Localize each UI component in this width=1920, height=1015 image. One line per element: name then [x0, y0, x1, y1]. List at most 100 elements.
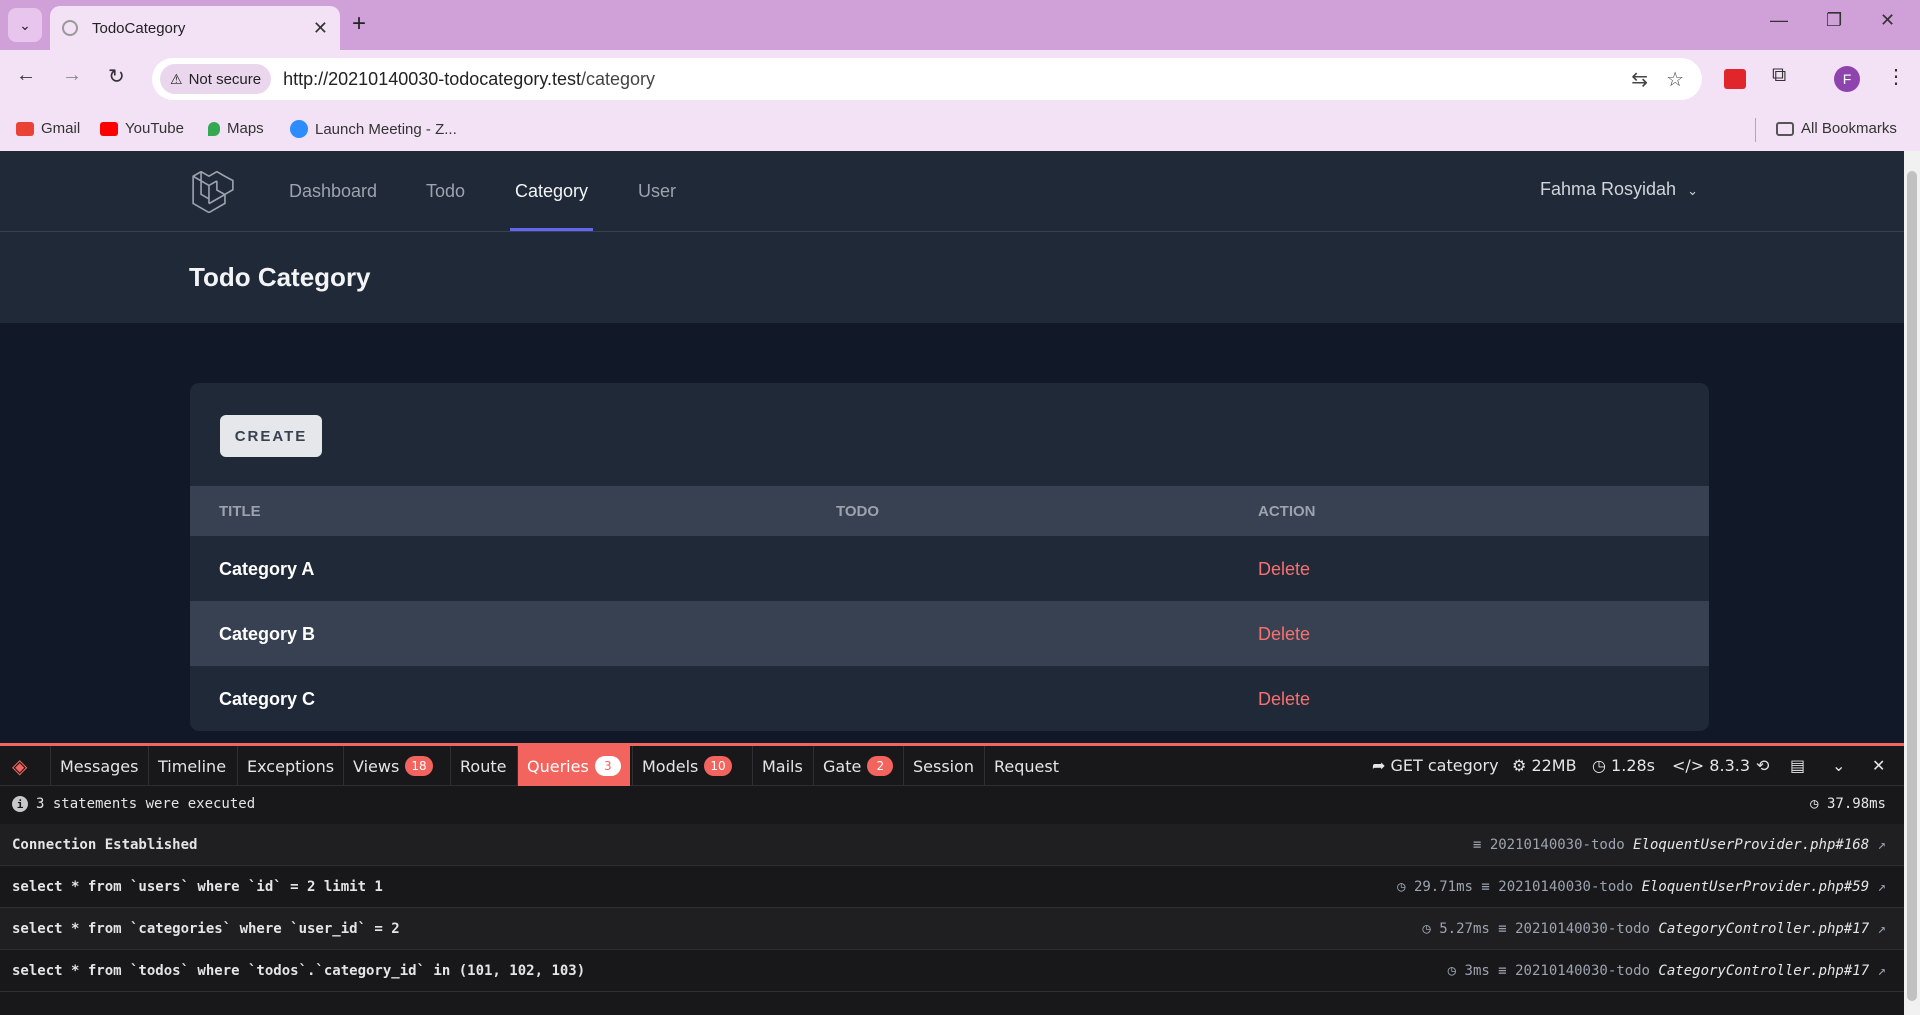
count-badge: 18 — [405, 756, 433, 776]
query-file[interactable]: EloquentUserProvider.php#59 — [1642, 879, 1870, 895]
query-file[interactable]: EloquentUserProvider.php#168 — [1633, 837, 1869, 853]
memory-indicator[interactable]: ⚙ 22MB — [1512, 756, 1577, 775]
query-file[interactable]: CategoryController.php#17 — [1658, 921, 1869, 937]
tab-label: Route — [460, 756, 507, 776]
bookmark-label: Launch Meeting - Z... — [315, 120, 457, 138]
external-link-icon[interactable]: ↗ — [1869, 879, 1886, 895]
url-path: /category — [581, 68, 656, 89]
browser-tab[interactable]: TodoCategory ✕ — [50, 6, 340, 50]
tab-route[interactable]: Route — [450, 746, 515, 786]
clock-icon: ◷ — [1592, 756, 1612, 775]
query-time: 29.71ms — [1413, 879, 1473, 895]
debugbar: ◈ Messages Timeline Exceptions Views 18 R… — [0, 743, 1904, 1015]
query-row[interactable]: Connection Established ≡ 20210140030-tod… — [0, 824, 1904, 866]
tab-timeline[interactable]: Timeline — [148, 746, 235, 786]
delete-link[interactable]: Delete — [1258, 689, 1310, 710]
bookmarks-divider — [1755, 118, 1756, 142]
query-meta: ≡ 20210140030-todo EloquentUserProvider.… — [1473, 837, 1886, 853]
bookmark-gmail[interactable]: Gmail — [16, 120, 80, 137]
query-sql: select * from `users` where `id` = 2 lim… — [12, 879, 383, 895]
query-row[interactable]: select * from `categories` where `user_i… — [0, 908, 1904, 950]
close-window-icon[interactable]: ✕ — [1880, 10, 1895, 31]
query-meta: ◷ 5.27ms ≡ 20210140030-todo CategoryCont… — [1422, 921, 1886, 937]
tab-label: Mails — [762, 756, 803, 776]
tab-models[interactable]: Models 10 — [632, 746, 741, 786]
back-icon[interactable]: ← — [16, 64, 36, 87]
open-folder-icon[interactable]: ▤ — [1790, 756, 1805, 775]
duration-indicator[interactable]: ◷ 1.28s — [1592, 756, 1655, 775]
query-row[interactable]: select * from `users` where `id` = 2 lim… — [0, 866, 1904, 908]
nav-dashboard[interactable]: Dashboard — [289, 181, 377, 202]
url-host: http://20210140030-todocategory.test — [283, 68, 581, 89]
page-title: Todo Category — [189, 262, 371, 292]
profile-avatar[interactable]: F — [1834, 66, 1860, 92]
active-nav-indicator — [510, 228, 593, 231]
query-sql: select * from `categories` where `user_i… — [12, 921, 400, 937]
code-icon: </> — [1672, 756, 1710, 775]
query-file[interactable]: CategoryController.php#17 — [1658, 963, 1869, 979]
translate-icon[interactable]: ⇆ — [1631, 67, 1648, 92]
security-chip[interactable]: ⚠ Not secure — [160, 64, 272, 94]
memory-text: 22MB — [1531, 756, 1577, 775]
laravel-logo-icon[interactable] — [192, 171, 234, 213]
query-row[interactable]: select * from `todos` where `todos`.`cat… — [0, 950, 1904, 992]
tab-favicon-icon — [62, 20, 78, 36]
tab-request[interactable]: Request — [984, 746, 1068, 786]
bookmark-star-icon[interactable]: ☆ — [1666, 67, 1684, 92]
reload-icon[interactable]: ↻ — [108, 64, 125, 89]
history-icon[interactable]: ⟲ — [1756, 756, 1769, 775]
count-badge: 2 — [867, 756, 894, 776]
forward-icon[interactable]: → — [62, 64, 82, 87]
bookmark-zoom[interactable]: Launch Meeting - Z... — [290, 120, 457, 138]
delete-link[interactable]: Delete — [1258, 624, 1310, 645]
external-link-icon[interactable]: ↗ — [1869, 837, 1886, 853]
nav-user[interactable]: User — [638, 181, 676, 202]
security-label: Not secure — [188, 70, 262, 88]
query-sql: select * from `todos` where `todos`.`cat… — [12, 963, 586, 979]
clock-icon: ◷ — [1397, 879, 1414, 895]
nav-category[interactable]: Category — [515, 181, 588, 202]
user-dropdown[interactable]: Fahma Rosyidah ⌄ — [1540, 179, 1698, 200]
folder-icon — [1776, 121, 1794, 136]
table-row: Category C Delete — [190, 666, 1709, 731]
page-scrollbar[interactable] — [1904, 151, 1920, 1015]
gmail-icon — [16, 121, 34, 136]
bookmark-youtube[interactable]: YouTube — [100, 120, 184, 137]
external-link-icon[interactable]: ↗ — [1869, 921, 1886, 937]
minimize-icon[interactable]: — — [1770, 10, 1788, 31]
table-header: TITLE TODO ACTION — [190, 486, 1709, 536]
all-bookmarks[interactable]: All Bookmarks — [1776, 120, 1897, 137]
new-tab-icon[interactable]: + — [352, 10, 366, 38]
query-time: 5.27ms — [1439, 921, 1490, 937]
restore-icon[interactable]: ❐ — [1826, 10, 1842, 31]
query-meta: ◷ 3ms ≡ 20210140030-todo CategoryControl… — [1448, 963, 1886, 979]
delete-link[interactable]: Delete — [1258, 559, 1310, 580]
extension-icon[interactable] — [1724, 69, 1746, 89]
create-button[interactable]: CREATE — [220, 415, 322, 457]
close-tab-icon[interactable]: ✕ — [313, 18, 328, 39]
scrollbar-thumb[interactable] — [1907, 171, 1917, 1001]
route-indicator[interactable]: ➦ GET category — [1372, 756, 1499, 775]
tab-exceptions[interactable]: Exceptions — [237, 746, 343, 786]
close-debugbar-icon[interactable]: ✕ — [1872, 756, 1885, 775]
tab-queries[interactable]: Queries 3 — [517, 746, 630, 786]
extensions-icon[interactable]: ⧉ — [1772, 64, 1786, 87]
tab-messages[interactable]: Messages — [50, 746, 147, 786]
address-bar[interactable]: ⚠ Not secure http://20210140030-todocate… — [152, 58, 1702, 100]
table-row: Category A Delete — [190, 536, 1709, 601]
url-text[interactable]: http://20210140030-todocategory.test/cat… — [283, 69, 1631, 90]
tab-mails[interactable]: Mails — [752, 746, 812, 786]
tab-views[interactable]: Views 18 — [343, 746, 442, 786]
zoom-icon — [290, 120, 308, 138]
nav-todo[interactable]: Todo — [426, 181, 465, 202]
minimize-chevron-icon[interactable]: ⌄ — [1832, 756, 1845, 775]
more-menu-icon[interactable]: ⋮ — [1886, 64, 1906, 89]
laravel-debugbar-logo-icon[interactable]: ◈ — [12, 754, 40, 778]
app-navbar: Dashboard Todo Category User Fahma Rosyi… — [0, 151, 1904, 232]
bookmark-maps[interactable]: Maps — [208, 120, 264, 137]
external-link-icon[interactable]: ↗ — [1869, 963, 1886, 979]
table-row: Category B Delete — [190, 601, 1709, 666]
tab-gate[interactable]: Gate 2 — [813, 746, 902, 786]
tab-session[interactable]: Session — [903, 746, 983, 786]
tab-search-button[interactable]: ⌄ — [8, 8, 42, 42]
